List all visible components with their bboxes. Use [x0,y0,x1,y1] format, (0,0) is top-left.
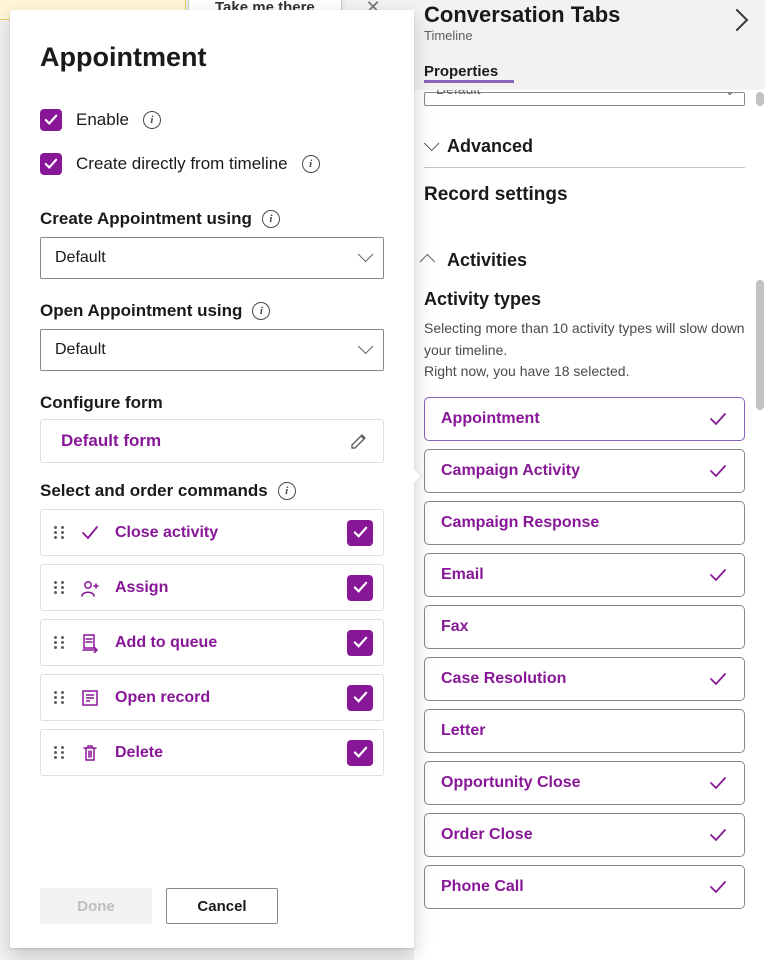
activity-type-label: Campaign Activity [441,462,580,480]
chevron-down-icon: ⌄ [726,90,734,98]
activity-type-list: Appointment Campaign Activity Campaign Res… [424,397,745,909]
drag-handle-icon[interactable] [51,746,65,759]
checkbox-checked-icon[interactable] [347,685,373,711]
activities-section-toggle[interactable]: Activities [424,240,745,281]
create-directly-label: Create directly from timeline [76,154,288,174]
open-icon [79,688,101,708]
dialog-footer: Done Cancel [10,868,414,948]
activity-type-label: Campaign Response [441,514,599,532]
command-label: Open record [115,689,333,707]
info-icon[interactable]: i [302,155,320,173]
configure-form-row[interactable]: Default form [40,419,384,463]
activity-type-item[interactable]: Email [424,553,745,597]
create-using-select[interactable]: Default [40,237,384,279]
activity-type-label: Email [441,566,484,584]
activity-type-item[interactable]: Opportunity Close [424,761,745,805]
checkbox-checked-icon[interactable] [347,630,373,656]
appointment-dialog: Appointment Enable i Create directly fro… [10,10,414,948]
enable-label: Enable [76,110,129,130]
command-list: Close activity Assign Add to queue Open rec… [40,509,384,776]
drag-handle-icon[interactable] [51,691,65,704]
drag-handle-icon[interactable] [51,526,65,539]
activity-type-item[interactable]: Case Resolution [424,657,745,701]
info-icon[interactable]: i [143,111,161,129]
side-panel-body: Default ⌄ Advanced Record settings Activ… [414,90,765,960]
truncated-select[interactable]: Default ⌄ [424,92,745,106]
configure-form-label: Configure form [40,393,163,413]
check-icon [708,773,728,793]
activity-type-item[interactable]: Campaign Activity [424,449,745,493]
command-label: Add to queue [115,634,333,652]
scrollbar-track[interactable] [751,90,765,960]
activity-type-label: Appointment [441,410,540,428]
activity-type-item[interactable]: Campaign Response [424,501,745,545]
cancel-button[interactable]: Cancel [166,888,278,924]
tab-properties[interactable]: Properties [424,63,498,82]
scroll-thumb[interactable] [756,280,764,410]
check-icon [708,461,728,481]
activity-type-label: Fax [441,618,469,636]
command-item[interactable]: Open record [40,674,384,721]
activity-type-label: Phone Call [441,878,524,896]
activity-type-item[interactable]: Phone Call [424,865,745,909]
enable-checkbox-row[interactable]: Enable i [40,109,384,131]
advanced-section-toggle[interactable]: Advanced [424,126,745,167]
create-directly-checkbox-row[interactable]: Create directly from timeline i [40,153,384,175]
check-icon [79,523,101,543]
activity-type-item[interactable]: Appointment [424,397,745,441]
chevron-up-icon [424,252,435,270]
check-icon [708,825,728,845]
trash-icon [79,743,101,763]
command-label: Delete [115,744,333,762]
assign-icon [79,578,101,598]
activity-types-helper: Selecting more than 10 activity types wi… [424,318,745,397]
chevron-down-icon [358,249,369,267]
activity-type-label: Letter [441,722,485,740]
activity-types-heading: Activity types [424,281,745,318]
side-panel-header: Conversation Tabs Timeline Properties [414,0,765,90]
drag-handle-icon[interactable] [51,581,65,594]
checkbox-checked-icon[interactable] [40,109,62,131]
side-panel-title: Conversation Tabs [424,2,620,28]
open-using-select[interactable]: Default [40,329,384,371]
command-item[interactable]: Add to queue [40,619,384,666]
info-icon[interactable]: i [252,302,270,320]
side-panel-subtitle: Timeline [424,28,620,43]
record-settings-heading: Record settings [424,168,745,212]
commands-label: Select and order commands [40,481,268,501]
activity-type-label: Order Close [441,826,533,844]
check-icon [708,565,728,585]
chevron-down-icon [358,341,369,359]
done-button[interactable]: Done [40,888,152,924]
activity-type-item[interactable]: Letter [424,709,745,753]
open-using-label: Open Appointment using [40,301,242,321]
command-label: Assign [115,579,333,597]
chevron-down-icon [424,138,435,156]
create-using-label: Create Appointment using [40,209,252,229]
check-icon [708,409,728,429]
command-item[interactable]: Assign [40,564,384,611]
check-icon [708,877,728,897]
info-icon[interactable]: i [262,210,280,228]
activity-type-label: Case Resolution [441,670,566,688]
queue-icon [79,633,101,653]
command-item[interactable]: Close activity [40,509,384,556]
activity-type-label: Opportunity Close [441,774,581,792]
scroll-up-button[interactable] [756,92,764,106]
checkbox-checked-icon[interactable] [347,740,373,766]
command-item[interactable]: Delete [40,729,384,776]
check-icon [708,669,728,689]
dialog-title: Appointment [40,42,384,73]
info-icon[interactable]: i [278,482,296,500]
checkbox-checked-icon[interactable] [347,575,373,601]
command-label: Close activity [115,524,333,542]
activity-type-item[interactable]: Fax [424,605,745,649]
checkbox-checked-icon[interactable] [347,520,373,546]
checkbox-checked-icon[interactable] [40,153,62,175]
edit-icon[interactable] [349,431,369,451]
activity-type-item[interactable]: Order Close [424,813,745,857]
chevron-right-icon[interactable] [729,12,745,33]
drag-handle-icon[interactable] [51,636,65,649]
